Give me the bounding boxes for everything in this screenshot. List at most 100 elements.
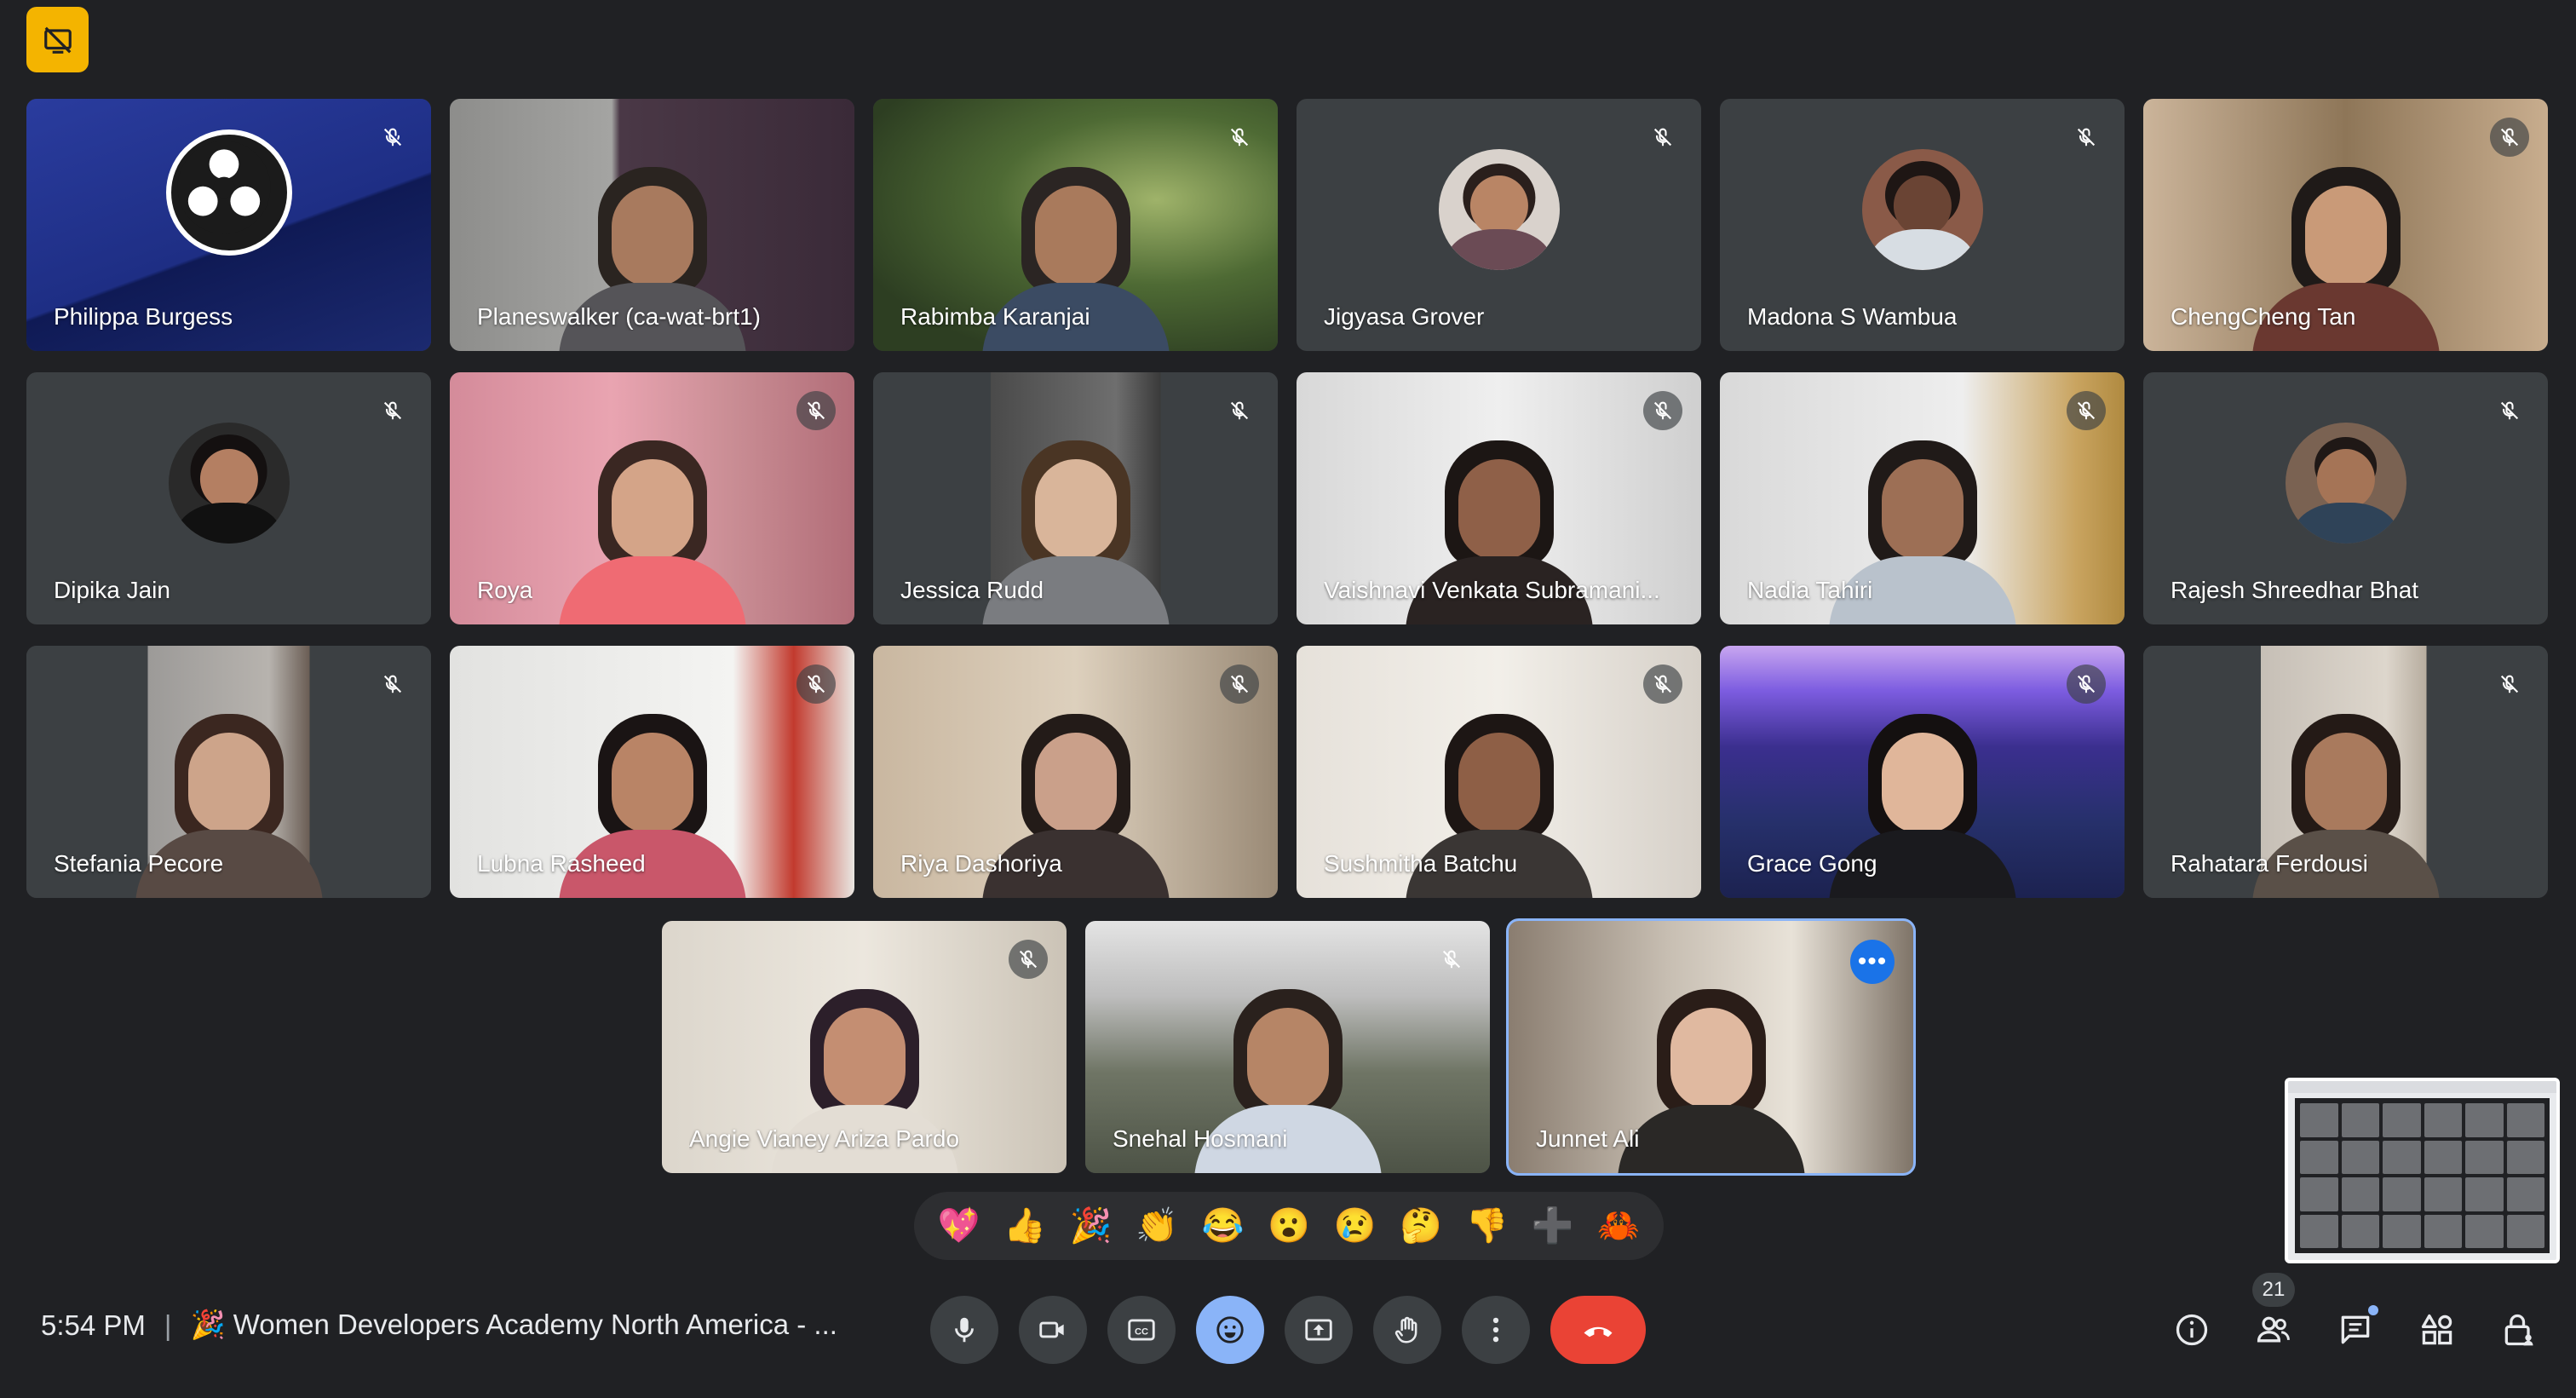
raise-hand-button[interactable] — [1373, 1296, 1441, 1364]
participant-tile[interactable]: Snehal Hosmani — [1085, 921, 1490, 1173]
leave-call-button[interactable] — [1550, 1296, 1646, 1364]
people-button[interactable]: 21 — [2244, 1273, 2303, 1360]
participant-tile[interactable]: Planeswalker (ca-wat-brt1) — [450, 99, 854, 351]
participant-name: Roya — [477, 577, 533, 603]
mic-off-icon — [2067, 391, 2106, 430]
participant-tile[interactable]: Grace Gong — [1720, 646, 2125, 898]
mic-off-icon — [2490, 664, 2529, 704]
reaction-thinking[interactable]: 🤔 — [1400, 1209, 1442, 1243]
avatar — [168, 423, 290, 544]
reaction-party-popper[interactable]: 🎉 — [1070, 1209, 1113, 1243]
avatar — [2285, 423, 2406, 544]
people-icon — [2257, 1316, 2290, 1343]
participant-name: Rabimba Karanjai — [900, 303, 1090, 330]
present-button[interactable] — [1285, 1296, 1353, 1364]
mic-off-icon — [1009, 940, 1048, 979]
participant-name: Jessica Rudd — [900, 577, 1044, 603]
emoji-icon — [1216, 1316, 1244, 1343]
participant-tile[interactable]: Dipika Jain — [26, 372, 431, 624]
no-presenting-badge[interactable] — [26, 7, 89, 72]
more-options-button[interactable] — [1462, 1296, 1530, 1364]
participant-tile[interactable]: Sushmitha Batchu — [1297, 646, 1701, 898]
participant-name: Sushmitha Batchu — [1324, 850, 1518, 877]
thumbnail-browser-bar — [2288, 1081, 2556, 1093]
mic-off-icon — [796, 664, 836, 704]
participant-name: Rajesh Shreedhar Bhat — [2171, 577, 2419, 603]
camera-icon — [1039, 1321, 1064, 1338]
meeting-details-button[interactable] — [2162, 1300, 2222, 1360]
more-options-button[interactable]: ••• — [1850, 940, 1895, 984]
mic-off-icon — [1220, 118, 1259, 157]
lock-person-icon — [2504, 1314, 2533, 1346]
unread-dot — [2368, 1305, 2378, 1315]
participant-name: ChengCheng Tan — [2171, 303, 2356, 330]
reactions-bar: 💖 👍 🎉 👏 😂 😮 😢 🤔 👎 ➕ 🦀 — [914, 1192, 1664, 1260]
reaction-surprised[interactable]: 😮 — [1268, 1209, 1310, 1243]
participant-tile[interactable]: Roya — [450, 372, 854, 624]
reaction-crying[interactable]: 😢 — [1334, 1209, 1377, 1243]
participant-tile[interactable]: Rabimba Karanjai — [873, 99, 1278, 351]
side-panel-controls: 21 — [2162, 1273, 2549, 1364]
mic-off-icon — [1643, 664, 1682, 704]
participant-tile[interactable]: Angie Vianey Ariza Pardo — [662, 921, 1067, 1173]
participant-name: Riya Dashoriya — [900, 850, 1062, 877]
reaction-thumbs-down[interactable]: 👎 — [1465, 1209, 1508, 1243]
participant-tile[interactable]: Philippa Burgess — [26, 99, 431, 351]
participant-tile[interactable]: Vaishnavi Venkata Subramani... — [1297, 372, 1701, 624]
captions-button[interactable]: CC — [1107, 1296, 1176, 1364]
mic-off-icon — [2067, 664, 2106, 704]
participant-tile[interactable]: Lubna Rasheed — [450, 646, 854, 898]
reaction-add[interactable]: ➕ — [1532, 1209, 1574, 1243]
participant-tile[interactable]: Rajesh Shreedhar Bhat — [2143, 372, 2548, 624]
avatar — [1438, 149, 1560, 271]
participant-name: Grace Gong — [1747, 850, 1877, 877]
participant-tile[interactable]: Rahatara Ferdousi — [2143, 646, 2548, 898]
chat-button[interactable] — [2326, 1300, 2385, 1360]
reaction-thumbs-up[interactable]: 👍 — [1003, 1209, 1046, 1243]
camera-button[interactable] — [1019, 1296, 1087, 1364]
activities-button[interactable] — [2407, 1300, 2467, 1360]
self-view-thumbnail[interactable] — [2285, 1078, 2560, 1263]
separator: | — [164, 1309, 172, 1341]
raise-hand-icon — [1394, 1316, 1417, 1343]
participant-name: Jigyasa Grover — [1324, 303, 1485, 330]
participant-tile[interactable]: Riya Dashoriya — [873, 646, 1278, 898]
host-controls-button[interactable] — [2489, 1300, 2549, 1360]
reaction-crab[interactable]: 🦀 — [1597, 1209, 1640, 1243]
more-vert-icon — [1492, 1317, 1499, 1343]
mic-off-icon — [2490, 118, 2529, 157]
participant-name: Rahatara Ferdousi — [2171, 850, 2368, 877]
mic-icon — [955, 1317, 974, 1343]
mic-off-icon — [1643, 391, 1682, 430]
reactions-button[interactable] — [1196, 1296, 1264, 1364]
mic-off-icon — [373, 391, 412, 430]
participant-tile-active[interactable]: ••• Junnet Ali — [1506, 918, 1916, 1176]
participant-tile[interactable]: Madona S Wambua — [1720, 99, 2125, 351]
mic-off-icon — [1220, 664, 1259, 704]
participant-grid: Philippa Burgess Planeswalker (ca-wat-br… — [26, 99, 2550, 898]
reaction-tears-of-joy[interactable]: 😂 — [1202, 1209, 1245, 1243]
participant-tile[interactable]: Jessica Rudd — [873, 372, 1278, 624]
participant-name: Junnet Ali — [1536, 1125, 1640, 1152]
participant-tile[interactable]: Stefania Pecore — [26, 646, 431, 898]
participant-tile[interactable]: Jigyasa Grover — [1297, 99, 1701, 351]
thumbnail-grid — [2295, 1098, 2550, 1253]
captions-icon: CC — [1128, 1319, 1155, 1341]
reaction-sparkling-heart[interactable]: 💖 — [938, 1209, 980, 1243]
participant-tile[interactable]: Nadia Tahiri — [1720, 372, 2125, 624]
participant-name: Philippa Burgess — [54, 303, 233, 330]
reaction-clapping[interactable]: 👏 — [1136, 1209, 1178, 1243]
call-end-icon — [1584, 1326, 1613, 1338]
meeting-title[interactable]: 🎉 Women Developers Academy North America… — [190, 1309, 837, 1342]
obs-logo-icon — [165, 129, 292, 256]
participant-name: Dipika Jain — [54, 577, 170, 603]
activities-icon — [2421, 1314, 2452, 1345]
participant-tile[interactable]: ChengCheng Tan — [2143, 99, 2548, 351]
microphone-button[interactable] — [930, 1296, 998, 1364]
participant-video-figure — [558, 420, 746, 624]
participant-name: Snehal Hosmani — [1113, 1125, 1288, 1152]
mic-off-icon — [1220, 391, 1259, 430]
participant-row-bottom: Angie Vianey Ariza Pardo Snehal Hosmani … — [662, 918, 1916, 1176]
chat-icon — [2341, 1315, 2370, 1344]
no-presenting-icon — [43, 26, 72, 54]
